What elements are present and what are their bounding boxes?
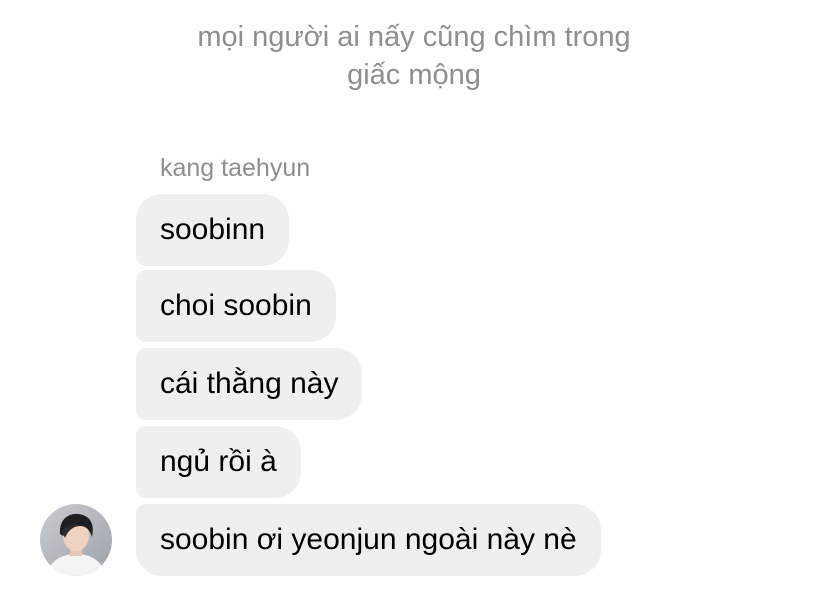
system-note: mọi người ai nấy cũng chìm trong giấc mộ… <box>150 18 678 94</box>
avatar[interactable] <box>40 504 112 576</box>
message-bubble[interactable]: soobin ơi yeonjun ngoài này nè <box>136 504 601 576</box>
message-bubble[interactable]: ngủ rồi à <box>136 426 301 498</box>
system-note-line-2: giấc mộng <box>347 59 481 91</box>
message-bubble[interactable]: soobinn <box>136 194 290 266</box>
profile-photo-avatar-icon <box>40 504 112 576</box>
message-bubble[interactable]: choi soobin <box>136 270 336 342</box>
system-note-line-1: mọi người ai nấy cũng chìm trong <box>197 21 631 53</box>
sender-name: kang taehyun <box>160 154 311 182</box>
message-bubble[interactable]: cái thằng này <box>136 348 363 420</box>
